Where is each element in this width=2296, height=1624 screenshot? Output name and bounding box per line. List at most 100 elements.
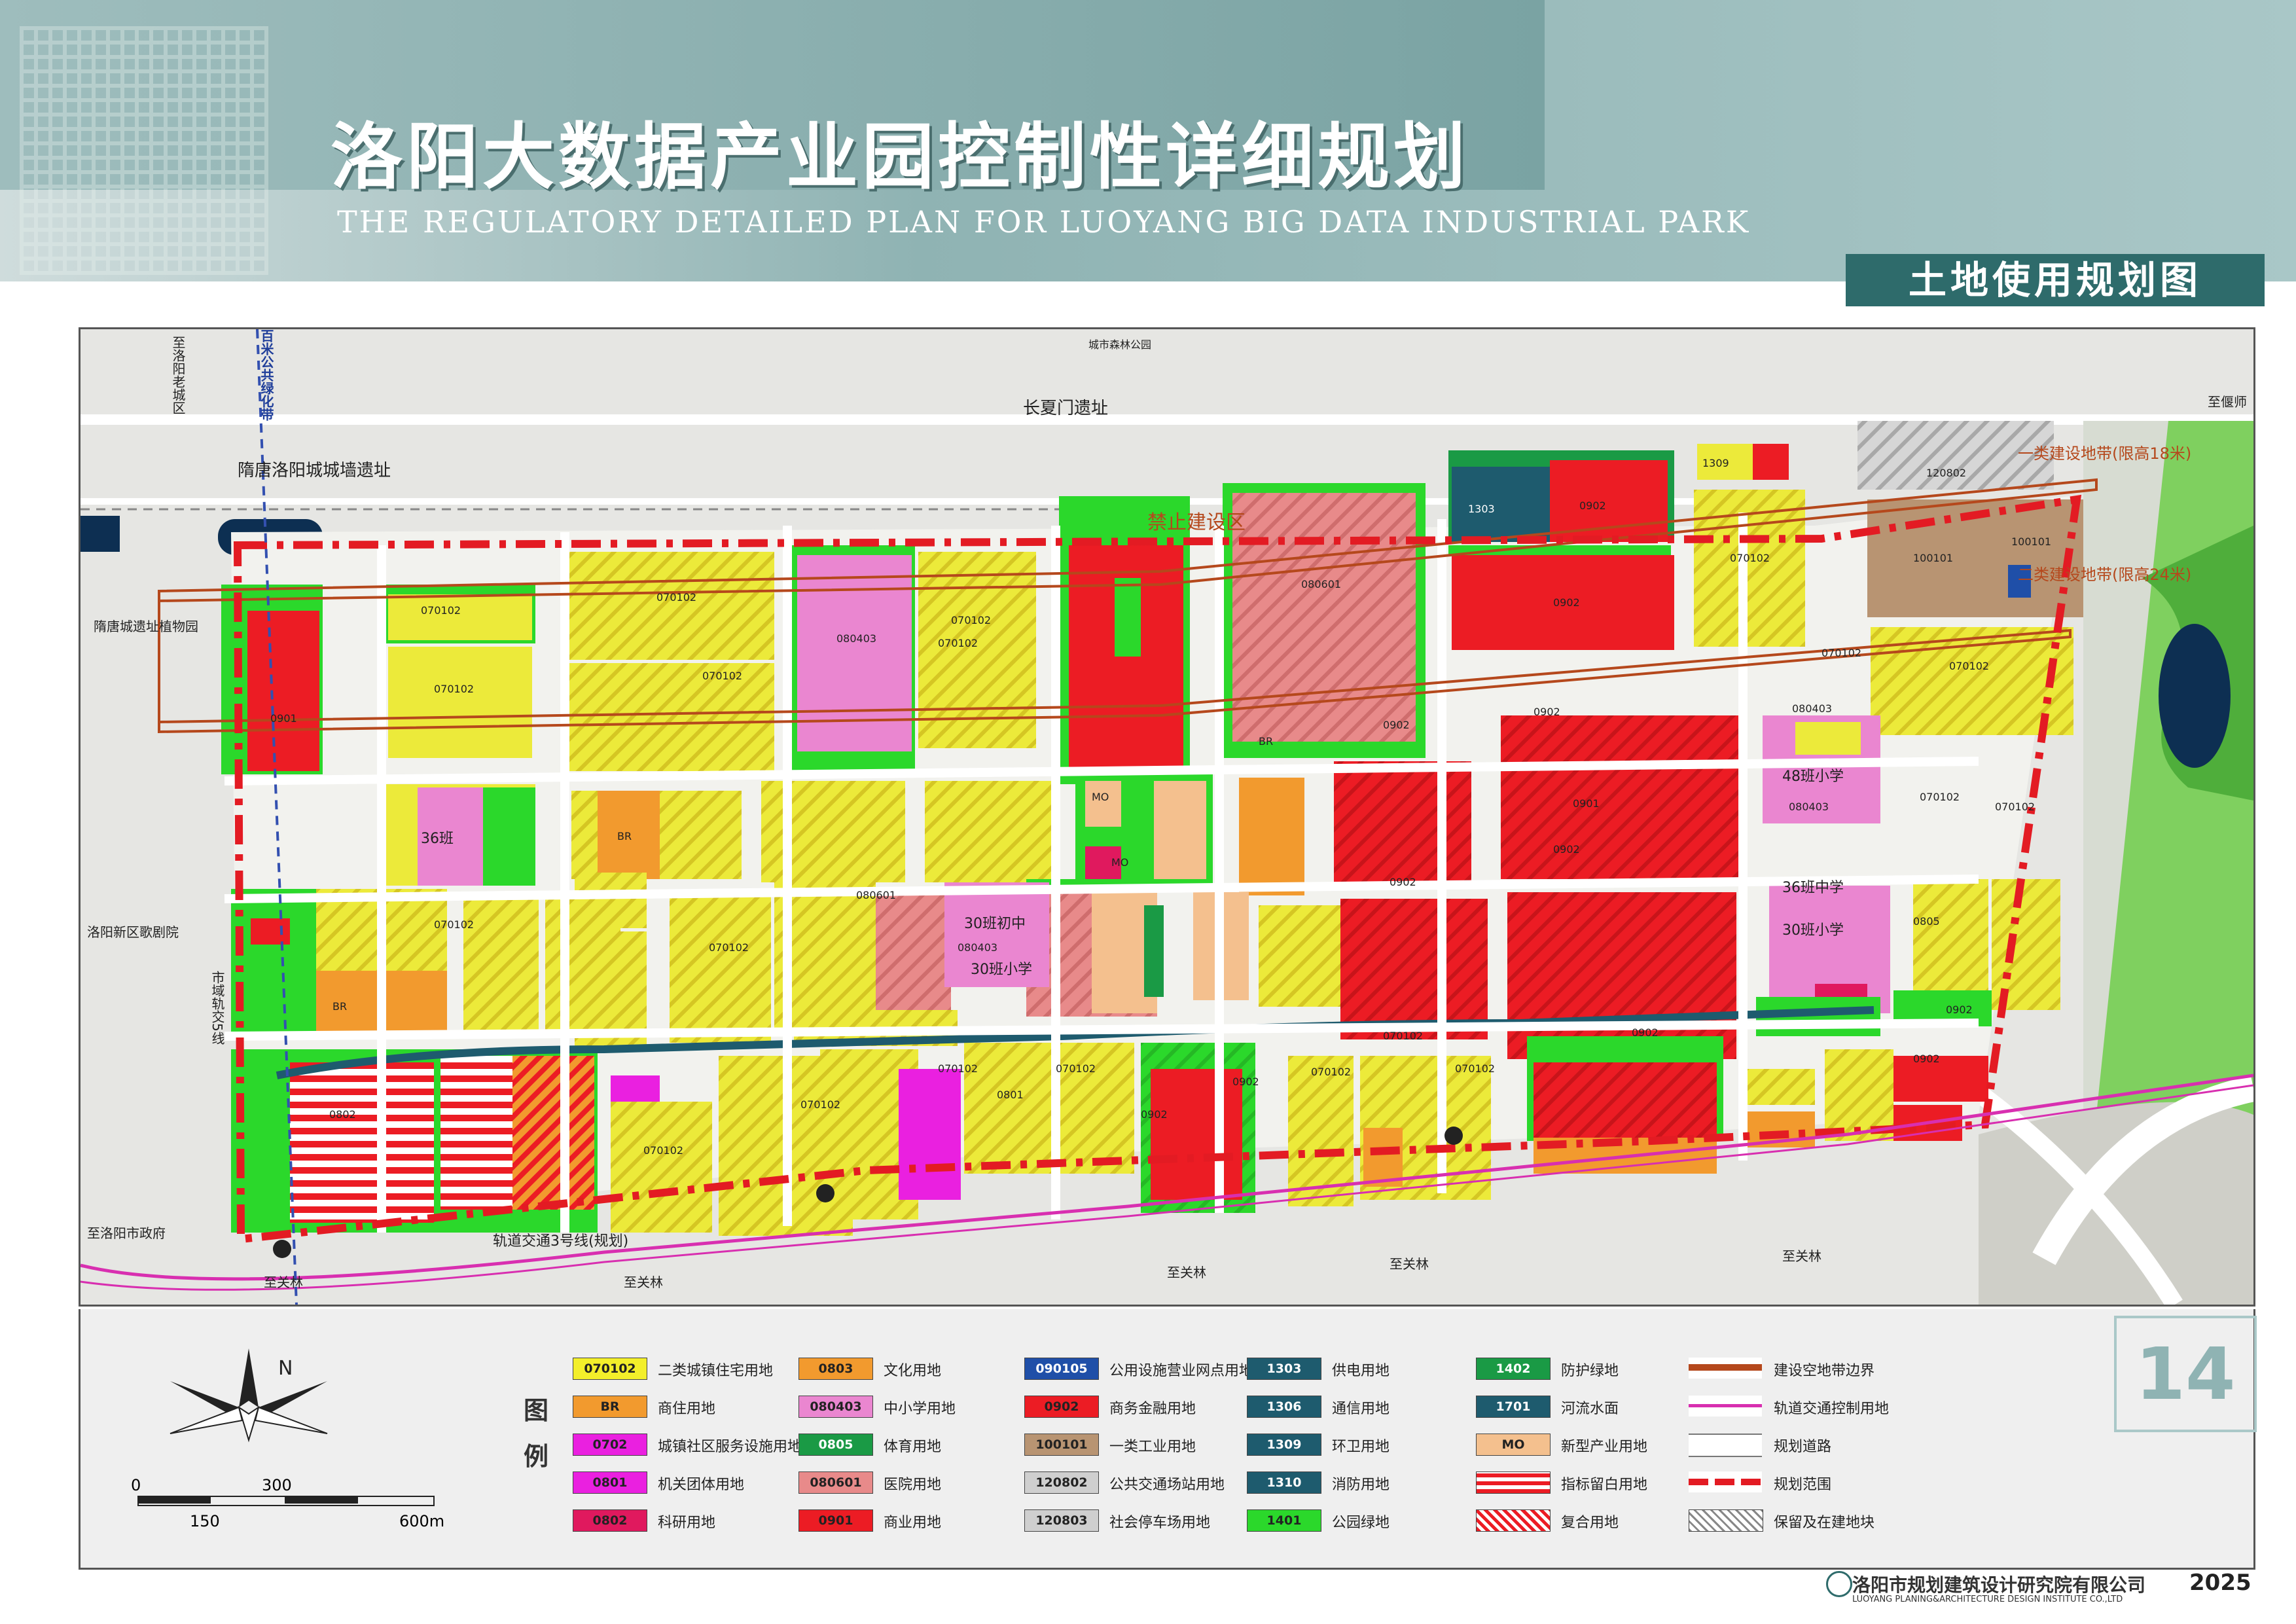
block-code: 070102: [434, 918, 475, 931]
block-code: 070102: [1056, 1062, 1096, 1075]
legend-label: 商住用地: [658, 1401, 716, 1417]
scale-tick: 300: [262, 1476, 292, 1494]
label-opera: 洛阳新区歌剧院: [87, 924, 179, 940]
legend-swatch: 100101: [1024, 1434, 1099, 1456]
map-subtitle: 土地使用规划图: [1846, 254, 2265, 306]
legend-label: 河流水面: [1561, 1401, 1619, 1417]
block-code: 070102: [938, 637, 978, 649]
legend-label: 公共交通场站用地: [1109, 1477, 1225, 1493]
block-code: 070102: [1821, 647, 1862, 659]
block-code: BR: [332, 1000, 348, 1013]
scale-tick: 0: [131, 1476, 141, 1494]
label-changxia-gate: 长夏门遗址: [1023, 399, 1109, 418]
block-code: 0902: [1383, 719, 1410, 731]
land-use-map: 隋唐洛阳城城墙遗址 长夏门遗址 禁止建设区 隋唐城遗址植物园 至洛阳老城区 至洛…: [79, 327, 2255, 1307]
legend-label: 商务金融用地: [1109, 1401, 1196, 1417]
block-code: 0901: [270, 712, 297, 725]
legend-label: 轨道交通控制用地: [1774, 1401, 1890, 1417]
label-school-30: 30班小学: [1782, 922, 1844, 939]
block-code: BR: [617, 830, 632, 842]
label-to-guanlin-3: 至关林: [1167, 1265, 1206, 1280]
block-code: 080403: [1792, 702, 1833, 715]
block-code: 0902: [1946, 1003, 1973, 1016]
legend-label: 一类工业用地: [1109, 1439, 1196, 1455]
block-code: 070102: [1383, 1030, 1424, 1042]
legend-swatch: [1689, 1396, 1762, 1416]
label-height-zone-2: 二类建设地带(限高24米): [2018, 566, 2192, 584]
label-height-zone-1: 一类建设地带(限高18米): [2018, 444, 2192, 463]
legend-label: 环卫用地: [1332, 1439, 1390, 1455]
block-code: 080601: [1301, 578, 1342, 590]
legend-label: 建设空地带边界: [1774, 1363, 1875, 1379]
compass-letter: N: [278, 1357, 293, 1380]
block-code: 0902: [1534, 706, 1560, 718]
legend-label: 通信用地: [1332, 1401, 1390, 1417]
label-to-guanlin-1: 至关林: [264, 1274, 303, 1290]
block-code: 070102: [1730, 552, 1770, 564]
legend-swatch: 080601: [798, 1471, 873, 1494]
plan-year: 2025: [2189, 1570, 2251, 1596]
legend-label: 复合用地: [1561, 1515, 1619, 1531]
legend-swatch: [1476, 1509, 1551, 1532]
block-code: 070102: [709, 941, 749, 954]
page-title-english: THE REGULATORY DETAILED PLAN FOR LUOYANG…: [337, 204, 1751, 240]
block-code: 070102: [702, 670, 743, 682]
label-garden: 隋唐城遗址植物园: [94, 619, 198, 634]
legend-swatch: 1402: [1476, 1358, 1551, 1380]
label-wall-ruins: 隋唐洛阳城城墙遗址: [238, 461, 391, 480]
page-number: 14: [2114, 1316, 2257, 1432]
north-arrow-icon: N: [170, 1348, 328, 1443]
block-code: 120802: [1926, 467, 1967, 479]
block-code: 070102: [434, 683, 475, 695]
legend-swatch: 090105: [1024, 1358, 1099, 1380]
label-school-30c: 30班小学: [971, 962, 1032, 978]
block-code: 070102: [1949, 660, 1990, 672]
legend-swatch: 0901: [798, 1509, 873, 1532]
block-code: 070102: [800, 1098, 841, 1111]
legend-swatch: BR: [573, 1396, 647, 1418]
block-code: 080403: [1789, 801, 1829, 813]
block-code: 070102: [1995, 801, 2036, 813]
institute-name-english: LUOYANG PLANING&ARCHITECTURE DESIGN INST…: [1852, 1595, 2123, 1604]
label-school-36: 36班中学: [1782, 880, 1844, 896]
block-code: 0902: [1632, 1026, 1659, 1039]
page-title: 洛阳大数据产业园控制性详细规划: [331, 115, 1469, 199]
legend-label: 公用设施营业网点用地: [1109, 1363, 1254, 1379]
header-banner: 洛阳大数据产业园控制性详细规划 THE REGULATORY DETAILED …: [0, 0, 2296, 281]
block-code: MO: [1111, 856, 1129, 869]
legend-swatch: 0802: [573, 1509, 647, 1532]
institute-name: 洛阳市规划建筑设计研究院有限公司: [1852, 1574, 2146, 1596]
legend-label: 新型产业用地: [1561, 1439, 1648, 1455]
label-school-30b: 30班初中: [964, 916, 1026, 932]
block-code: 0902: [1579, 499, 1606, 512]
label-greenway: 百米公共绿化带: [259, 329, 274, 421]
institute-logo-icon: [1826, 1571, 1852, 1597]
block-code: 070102: [1920, 791, 1960, 803]
legend-label: 二类城镇住宅用地: [658, 1363, 774, 1379]
legend-label: 规划范围: [1774, 1477, 1832, 1493]
legend-label: 公园绿地: [1332, 1515, 1390, 1531]
legend-swatch: 0702: [573, 1434, 647, 1456]
legend-swatch: [1689, 1471, 1762, 1492]
circuit-decoration: [20, 26, 268, 275]
label-to-yanshi: 至偃师: [2208, 394, 2247, 410]
label-metro-line: 轨道交通3号线(规划): [493, 1233, 629, 1250]
block-code: 100101: [2011, 535, 2052, 548]
scale-tick: 600m: [399, 1512, 445, 1530]
legend-swatch: 0803: [798, 1358, 873, 1380]
legend-label: 供电用地: [1332, 1363, 1390, 1379]
legend-swatch: 0902: [1024, 1396, 1099, 1418]
legend-swatch: 120803: [1024, 1509, 1099, 1532]
legend-label: 文化用地: [884, 1363, 942, 1379]
block-code: 070102: [643, 1144, 684, 1157]
legend-swatch: 1401: [1247, 1509, 1321, 1532]
legend-swatch: 0805: [798, 1434, 873, 1456]
legend-label: 机关团体用地: [658, 1477, 745, 1493]
block-code: 070102: [938, 1062, 978, 1075]
label-to-guanlin-2: 至关林: [624, 1274, 663, 1290]
legend-swatch: 0801: [573, 1471, 647, 1494]
block-code: 070102: [1311, 1066, 1352, 1078]
label-to-gov: 至洛阳市政府: [87, 1225, 166, 1241]
legend-label: 指标留白用地: [1561, 1477, 1648, 1493]
block-code: 070102: [421, 604, 461, 617]
